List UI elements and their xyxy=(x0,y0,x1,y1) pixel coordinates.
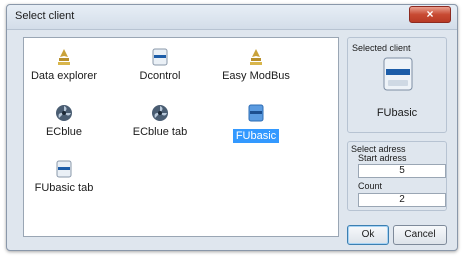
count-input[interactable]: 2 xyxy=(358,193,446,207)
client-item-fubasic-tab[interactable]: FUbasic tab xyxy=(26,158,102,204)
selected-client-heading: Selected client xyxy=(352,43,411,53)
client-label: FUbasic tab xyxy=(34,182,94,194)
start-adress-label: Start adress xyxy=(358,153,407,163)
client-label: FUbasic xyxy=(232,129,280,143)
fan-icon xyxy=(56,105,72,121)
selected-client-name: FUbasic xyxy=(376,107,418,119)
close-button[interactable]: × xyxy=(409,6,451,23)
client-label: ECblue xyxy=(45,126,83,138)
client-item-ecblue[interactable]: ECblue xyxy=(26,102,102,148)
client-label: ECblue tab xyxy=(132,126,188,138)
device-icon xyxy=(248,104,264,122)
cancel-button[interactable]: Cancel xyxy=(393,225,447,245)
title-bar[interactable]: Select client × xyxy=(7,5,457,30)
client-label: Dcontrol xyxy=(139,70,181,82)
fan-icon xyxy=(152,105,168,121)
selected-client-group: Selected client FUbasic xyxy=(347,37,447,133)
pen-tool-icon xyxy=(58,49,70,65)
ok-button[interactable]: Ok xyxy=(347,225,389,245)
client-label: Easy ModBus xyxy=(222,70,290,82)
client-item-easy-modbus[interactable]: Easy ModBus xyxy=(218,46,294,92)
client-label: Data explorer xyxy=(30,70,98,82)
client-item-fubasic[interactable]: FUbasic xyxy=(218,102,294,148)
right-panel: Selected client FUbasic Select adress St… xyxy=(347,37,449,245)
client-item-ecblue-tab[interactable]: ECblue tab xyxy=(122,102,198,148)
client-item-dcontrol[interactable]: Dcontrol xyxy=(122,46,198,92)
pen-tool-icon xyxy=(250,49,262,65)
start-adress-input[interactable]: 5 xyxy=(358,164,446,178)
count-label: Count xyxy=(358,181,383,191)
client-list: Data explorer Dcontrol Easy ModBus ECblu… xyxy=(23,37,339,237)
select-adress-group: Select adress Start adress 5 Count 2 xyxy=(347,141,447,211)
device-icon xyxy=(152,48,168,66)
device-icon xyxy=(383,57,413,91)
client-item-data-explorer[interactable]: Data explorer xyxy=(26,46,102,92)
select-client-dialog: Select client × Data explorer Dcontrol E… xyxy=(6,4,458,251)
dialog-title: Select client xyxy=(15,10,75,22)
device-icon xyxy=(56,160,72,178)
